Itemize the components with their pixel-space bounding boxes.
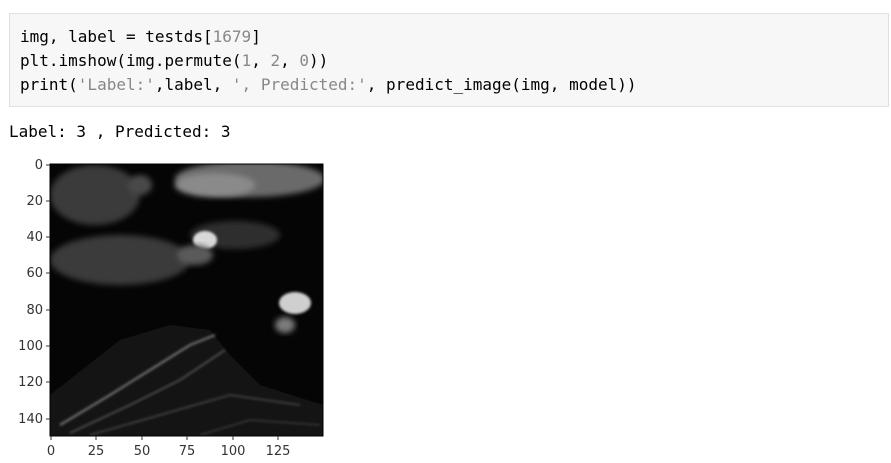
y-tick-label: 0 xyxy=(35,158,43,173)
code-text: plt.imshow(img.permute( xyxy=(20,51,242,70)
code-text: ,label, xyxy=(154,75,232,94)
y-tick-label: 20 xyxy=(26,194,43,209)
x-tick-label: 100 xyxy=(221,444,246,459)
y-tick-label: 40 xyxy=(26,230,43,245)
code-cell[interactable]: img, label = testds[1679] plt.imshow(img… xyxy=(9,13,889,107)
grayscale-landscape-image xyxy=(50,164,323,436)
x-tick-label: 50 xyxy=(134,444,151,459)
x-tick-label: 75 xyxy=(179,444,196,459)
code-number: 0 xyxy=(299,51,310,70)
code-text: img, label = testds[ xyxy=(20,27,213,46)
imshow-plot: 0 20 40 60 80 100 120 140 0 25 50 75 100… xyxy=(18,158,324,459)
y-axis: 0 20 40 60 80 100 120 140 xyxy=(18,158,50,427)
code-line-1: img, label = testds[1679] xyxy=(20,25,888,49)
x-tick-label: 125 xyxy=(266,444,291,459)
y-tick-label: 80 xyxy=(26,303,43,318)
x-tick-label: 25 xyxy=(88,444,105,459)
code-number: 2 xyxy=(270,51,281,70)
code-number: 1 xyxy=(241,51,252,70)
code-text: , predict_image(img, model)) xyxy=(366,75,637,94)
y-tick-label: 100 xyxy=(18,339,43,354)
code-text: print( xyxy=(20,75,78,94)
cell-output-text: Label: 3 , Predicted: 3 xyxy=(9,122,231,141)
code-string: 'Label:' xyxy=(77,75,155,94)
x-tick-label: 0 xyxy=(47,444,55,459)
code-text: , xyxy=(280,51,300,70)
code-text: , xyxy=(251,51,271,70)
code-text: ] xyxy=(251,27,261,46)
y-tick-label: 60 xyxy=(26,266,43,281)
y-tick-label: 140 xyxy=(18,412,43,427)
code-line-2: plt.imshow(img.permute(1, 2, 0)) xyxy=(20,49,888,73)
x-axis: 0 25 50 75 100 125 xyxy=(47,436,291,459)
code-line-3: print('Label:',label, ', Predicted:', pr… xyxy=(20,73,888,97)
code-string: ', Predicted:' xyxy=(231,75,367,94)
code-text: )) xyxy=(309,51,329,70)
code-number: 1679 xyxy=(212,27,252,46)
y-tick-label: 120 xyxy=(18,375,43,390)
